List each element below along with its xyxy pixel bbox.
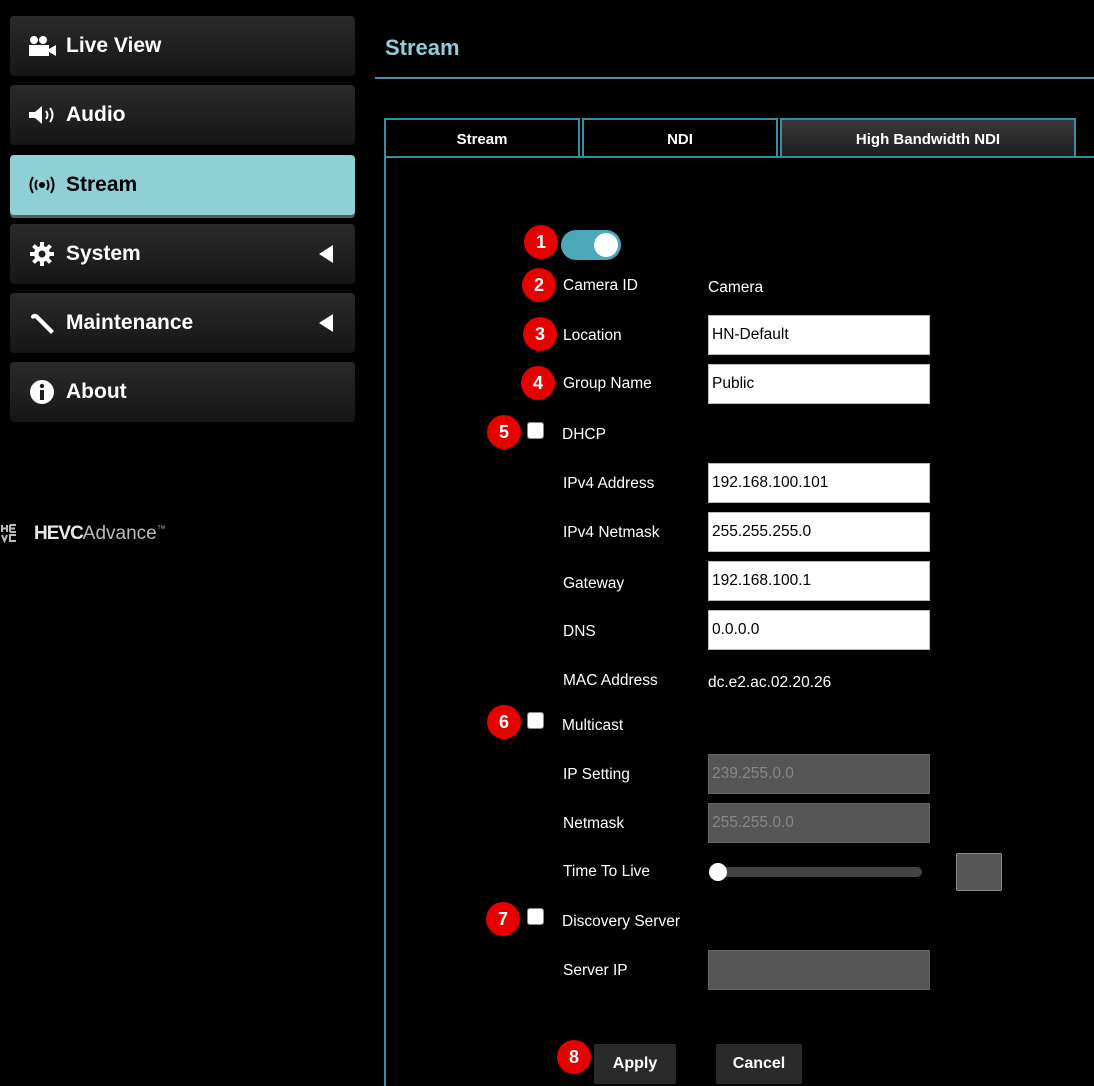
multicast-label: Multicast [562, 717, 624, 734]
video-camera-icon [18, 35, 66, 57]
sidebar-item-system[interactable]: System [10, 224, 355, 284]
discovery-server-checkbox[interactable] [527, 908, 544, 925]
dhcp-checkbox[interactable] [527, 422, 544, 439]
sidebar-item-stream[interactable]: Stream [10, 155, 355, 215]
sidebar-item-label: System [66, 242, 141, 265]
logo-trademark: ™ [156, 523, 166, 534]
logo-brand-light: Advance [82, 523, 157, 544]
tab-stream[interactable]: Stream [384, 118, 580, 158]
tab-high-bandwidth-ndi[interactable]: High Bandwidth NDI [780, 118, 1076, 158]
callout-marker: 7 [486, 902, 520, 936]
sidebar-item-label: Audio [66, 103, 126, 126]
sidebar-item-label: About [66, 380, 127, 403]
chevron-left-icon [319, 314, 333, 332]
camera-id-value: Camera [708, 279, 764, 296]
multicast-checkbox[interactable] [527, 712, 544, 729]
tab-ndi[interactable]: NDI [582, 118, 778, 158]
group-name-label: Group Name [563, 375, 652, 392]
gear-icon [18, 241, 66, 267]
sidebar-item-about[interactable]: About [10, 362, 355, 422]
dhcp-label: DHCP [562, 426, 606, 443]
sidebar-item-maintenance[interactable]: Maintenance [10, 293, 355, 353]
sidebar-item-label: Live View [66, 34, 162, 57]
server-ip-label: Server IP [563, 962, 628, 979]
apply-button[interactable]: Apply [594, 1044, 676, 1084]
netmask-field[interactable]: 255.255.0.0 [708, 803, 930, 843]
location-label: Location [563, 327, 622, 344]
ipv4-address-label: IPv4 Address [563, 475, 655, 492]
ip-setting-label: IP Setting [563, 766, 630, 783]
info-icon [18, 379, 66, 405]
mac-address-value: dc.e2.ac.02.20.26 [708, 674, 832, 691]
slider-thumb[interactable] [709, 863, 727, 881]
callout-marker: 5 [487, 415, 521, 449]
sidebar-item-audio[interactable]: Audio [10, 85, 355, 145]
server-ip-field[interactable] [708, 950, 930, 990]
callout-marker: 4 [521, 366, 555, 400]
callout-marker: 6 [487, 705, 521, 739]
sidebar-item-live-view[interactable]: Live View [10, 16, 355, 76]
title-divider [375, 77, 1094, 79]
chevron-left-icon [319, 245, 333, 263]
page-title: Stream [385, 35, 460, 60]
logo-brand-bold: HEVC [34, 523, 84, 544]
callout-marker: 2 [522, 268, 556, 302]
ipv4-netmask-label: IPv4 Netmask [563, 524, 660, 541]
location-field[interactable]: HN-Default [708, 315, 930, 355]
ip-setting-field[interactable]: 239.255.0.0 [708, 754, 930, 794]
hevc-badge-icon [0, 523, 30, 545]
callout-marker: 1 [524, 225, 558, 259]
cancel-button[interactable]: Cancel [716, 1044, 802, 1084]
sidebar-item-label: Stream [66, 173, 138, 196]
group-name-field[interactable]: Public [708, 364, 930, 404]
broadcast-icon [18, 174, 66, 196]
callout-marker: 3 [523, 317, 557, 351]
sidebar-item-label: Maintenance [66, 311, 194, 334]
dns-label: DNS [563, 623, 596, 640]
gateway-field[interactable]: 192.168.100.1 [708, 561, 930, 601]
ipv4-address-field[interactable]: 192.168.100.101 [708, 463, 930, 503]
toggle-knob [594, 233, 618, 257]
time-to-live-value-box[interactable] [956, 853, 1002, 891]
camera-id-label: Camera ID [563, 277, 638, 294]
enable-toggle[interactable] [561, 230, 621, 260]
sidebar: Live View Audio Stream System Maintenanc… [0, 0, 360, 1086]
netmask-label: Netmask [563, 815, 625, 832]
hevc-advance-logo: HEVCAdvance™ [0, 523, 166, 545]
dns-field[interactable]: 0.0.0.0 [708, 610, 930, 650]
tab-bar: Stream NDI High Bandwidth NDI [384, 118, 1076, 158]
time-to-live-label: Time To Live [563, 863, 651, 880]
gateway-label: Gateway [563, 575, 625, 592]
mac-address-label: MAC Address [563, 672, 658, 689]
callout-marker: 8 [557, 1040, 591, 1074]
time-to-live-slider[interactable] [712, 867, 922, 877]
wrench-icon [18, 310, 66, 336]
speaker-icon [18, 104, 66, 126]
ipv4-netmask-field[interactable]: 255.255.255.0 [708, 512, 930, 552]
discovery-server-label: Discovery Server [562, 913, 680, 930]
